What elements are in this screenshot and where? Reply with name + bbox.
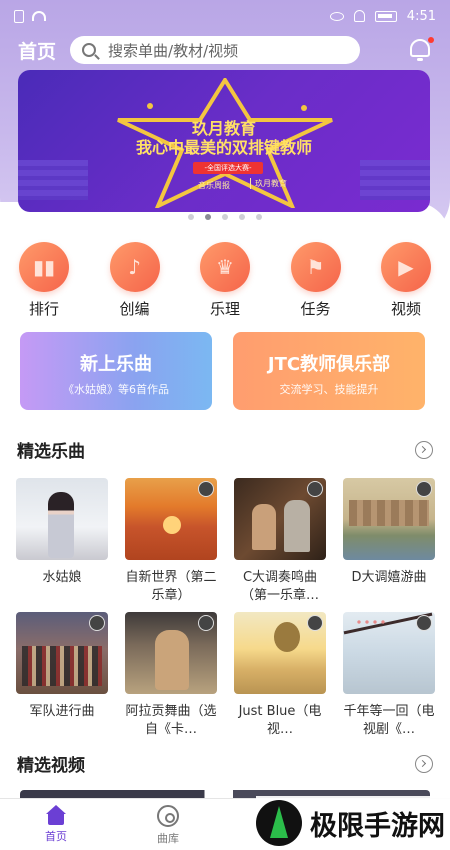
song-tile[interactable]: 阿拉贡舞曲（选自《卡… [125,612,217,739]
song-title: C大调奏鸣曲（第一乐章… [240,570,319,603]
composer-avatar [416,615,432,631]
category-compose[interactable]: ♪ 创编 [109,242,161,319]
featured-songs-header: 精选乐曲 [17,437,433,462]
category-video[interactable]: ▶ 视频 [380,242,432,319]
eye-comfort-icon [329,11,344,21]
home-icon [45,805,67,825]
app-screen: 4:51 首页 搜索单曲/教材/视频 玖月教育 我心中最美的双排键教师 -全国评… [0,0,450,850]
song-title: D大调嬉游曲 [351,570,427,585]
banner-title: 我心中最美的双排键教师 [135,138,312,157]
category-ranking[interactable]: ▮▮ 排行 [18,242,70,319]
new-songs-card[interactable]: 新上乐曲 《水姑娘》等6首作品 [20,332,212,410]
page-dot[interactable] [188,214,194,220]
composer-avatar [89,615,105,631]
section-title: 精选视频 [17,756,85,776]
page-dot[interactable] [222,214,228,220]
composer-avatar [416,481,432,497]
page-title: 首页 [18,40,57,63]
featured-songs-grid: 水姑娘 自新世界（第二乐章） C大调奏鸣曲（第一乐章… D大调嬉游曲 [16,478,436,605]
song-cover [125,478,217,560]
search-placeholder: 搜索单曲/教材/视频 [108,41,239,60]
chevron-right-icon[interactable] [415,440,433,459]
song-cover [234,478,326,560]
ranking-bars-icon: ▮▮ [19,242,69,292]
category-label: 视频 [390,300,421,318]
song-title: 军队进行曲 [29,704,95,719]
featured-songs-grid-row2: 军队进行曲 阿拉贡舞曲（选自《卡… Just Blue（电视… 千年等一回（电视… [16,612,436,739]
category-label: 乐理 [209,300,240,318]
song-cover [16,478,108,560]
banner-pagination [0,214,450,220]
song-tile[interactable]: 自新世界（第二乐章） [125,478,217,605]
flag-icon: ⚑ [290,242,341,292]
watermark-text: 极限手游网 [310,810,445,842]
song-cover [125,612,217,694]
song-title: 阿拉贡舞曲（选自《卡… [125,704,217,737]
song-cover [234,612,326,694]
promo-title: JTC教师俱乐部 [267,354,391,375]
notification-button[interactable] [408,37,434,63]
page-dot[interactable] [239,214,245,220]
page-dot[interactable] [256,214,262,220]
top-header: 首页 搜索单曲/教材/视频 [0,30,450,70]
composer-avatar [198,481,214,497]
mute-bell-icon [353,10,365,22]
search-icon [82,43,97,57]
banner-logo: 玖月教育 [250,178,287,189]
featured-videos-header: 精选视频 [17,751,433,776]
song-tile[interactable]: 千年等一回（电视剧《… [343,612,435,739]
composer-avatar [307,615,323,631]
composer-avatar [307,481,323,497]
song-title: Just Blue（电视… [238,704,322,737]
battery-icon [374,10,397,22]
song-title: 自新世界（第二乐章） [125,570,217,603]
chevron-right-icon[interactable] [415,754,433,773]
category-tasks[interactable]: ⚑ 任务 [290,242,342,319]
wifi-icon [32,11,46,21]
notification-dot [428,37,434,43]
song-cover [16,612,108,694]
song-title: 水姑娘 [42,570,82,585]
song-tile[interactable]: C大调奏鸣曲（第一乐章… [234,478,326,605]
watermark-logo-icon [256,800,302,846]
nav-label: 首页 [45,830,67,843]
nav-home[interactable]: 首页 [0,799,112,850]
category-label: 任务 [300,300,331,318]
category-label: 创编 [119,300,150,318]
nav-library[interactable]: 曲库 [112,799,224,850]
promo-subtitle: 交流学习、技能提升 [279,383,379,396]
song-cover [343,478,435,560]
song-tile[interactable]: Just Blue（电视… [234,612,326,739]
category-label: 排行 [28,300,59,318]
nav-label: 曲库 [157,832,179,845]
song-cover [343,612,435,694]
trophy-icon: ♛ [200,242,250,292]
teacher-club-card[interactable]: JTC教师俱乐部 交流学习、技能提升 [233,332,425,410]
song-tile[interactable]: 军队进行曲 [16,612,108,739]
category-theory[interactable]: ♛ 乐理 [199,242,251,319]
music-note-icon: ♪ [109,242,160,292]
song-tile[interactable]: 水姑娘 [16,478,108,605]
sim-card-icon [14,9,24,23]
banner-sign: 音乐周报 [198,181,230,190]
category-row: ▮▮ 排行 ♪ 创编 ♛ 乐理 ⚑ 任务 ▶ 视频 [0,242,450,319]
song-title: 千年等一回（电视剧《… [343,704,435,737]
promo-banner[interactable]: 玖月教育 我心中最美的双排键教师 -全国评选大赛- 音乐周报 玖月教育 [18,70,430,212]
page-dot-active[interactable] [205,214,211,220]
composer-avatar [198,615,214,631]
banner-tag: -全国评选大赛- [193,162,263,174]
status-bar: 4:51 [0,0,450,32]
disc-icon [157,805,179,827]
search-input[interactable]: 搜索单曲/教材/视频 [70,36,361,64]
section-title: 精选乐曲 [17,442,85,462]
status-time: 4:51 [406,8,436,24]
promo-subtitle: 《水姑娘》等6首作品 [63,383,169,396]
video-camera-icon: ▶ [381,242,431,292]
promo-title: 新上乐曲 [80,354,152,375]
song-tile[interactable]: D大调嬉游曲 [343,478,435,605]
bell-icon [410,39,430,57]
watermark: 极限手游网 [256,796,450,850]
